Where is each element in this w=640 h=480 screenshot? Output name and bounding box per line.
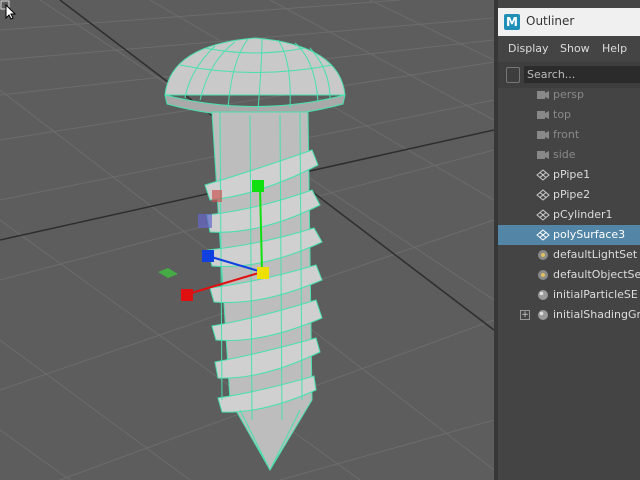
filter-icon[interactable] (506, 67, 520, 83)
mesh-icon (536, 169, 550, 181)
outliner-item[interactable]: side (498, 145, 640, 165)
outliner-item-label: defaultObjectSet (553, 268, 640, 281)
menu-show[interactable]: Show (560, 42, 590, 55)
outliner-item-selected[interactable]: polySurface3 (498, 225, 640, 245)
plane-handle-yz[interactable] (198, 214, 212, 228)
outliner-item-label: side (553, 148, 576, 161)
outliner-item[interactable]: defaultLightSet (498, 245, 640, 265)
outliner-item-label: polySurface3 (553, 228, 626, 241)
outliner-item-label: pPipe1 (553, 168, 591, 181)
outliner-item-label: pPipe2 (553, 188, 591, 201)
maya-logo-icon: M (504, 14, 520, 30)
plane-handle-xz[interactable] (158, 268, 178, 278)
outliner-item-label: defaultLightSet (553, 248, 638, 261)
camera-icon (537, 131, 549, 139)
mesh-icon (536, 209, 550, 221)
window-title: Outliner (526, 14, 575, 28)
outliner-item[interactable]: initialParticleSE (498, 285, 640, 305)
camera-icon (537, 91, 549, 99)
y-axis-handle[interactable] (252, 180, 264, 192)
outliner-panel: M Outliner Display Show Help persp top f… (494, 0, 640, 480)
screw-mesh[interactable] (164, 37, 346, 471)
camera-icon (537, 151, 549, 159)
expand-plus-icon[interactable]: + (520, 310, 530, 320)
viewport-3d[interactable] (0, 0, 494, 480)
outliner-item-label: initialShadingGroup (553, 308, 640, 321)
outliner-item[interactable]: top (498, 105, 640, 125)
outliner-item[interactable]: pCylinder1 (498, 205, 640, 225)
outliner-item[interactable]: front (498, 125, 640, 145)
menu-help[interactable]: Help (602, 42, 627, 55)
center-handle[interactable] (257, 267, 269, 279)
search-input[interactable] (524, 66, 640, 83)
plane-handle-xy[interactable] (212, 190, 222, 202)
menu-display[interactable]: Display (508, 42, 549, 55)
shading-group-icon (538, 310, 548, 320)
outliner-item-label: front (553, 128, 580, 141)
set-icon (538, 270, 548, 280)
outliner-item-label: top (553, 108, 572, 121)
scene-canvas[interactable] (0, 0, 494, 480)
outliner-tree: persp top front side pPipe1 pPipe2 pCyli… (498, 85, 640, 325)
camera-icon (537, 111, 549, 119)
outliner-item-label: initialParticleSE (553, 288, 638, 301)
outliner-titlebar[interactable]: M Outliner (498, 8, 640, 36)
outliner-item-label: pCylinder1 (553, 208, 613, 221)
set-icon (538, 250, 548, 260)
outliner-item[interactable]: defaultObjectSet (498, 265, 640, 285)
shading-group-icon (538, 290, 548, 300)
outliner-item-label: persp (553, 88, 584, 101)
outliner-menubar: Display Show Help (498, 36, 640, 62)
outliner-item[interactable]: persp (498, 85, 640, 105)
z-axis-handle[interactable] (202, 250, 214, 262)
outliner-item[interactable]: + initialShadingGroup (498, 305, 640, 325)
mouse-cursor-icon (0, 0, 17, 20)
mesh-icon (536, 229, 550, 241)
x-axis-handle[interactable] (181, 289, 193, 301)
outliner-item[interactable]: pPipe2 (498, 185, 640, 205)
outliner-item[interactable]: pPipe1 (498, 165, 640, 185)
mesh-icon (536, 189, 550, 201)
